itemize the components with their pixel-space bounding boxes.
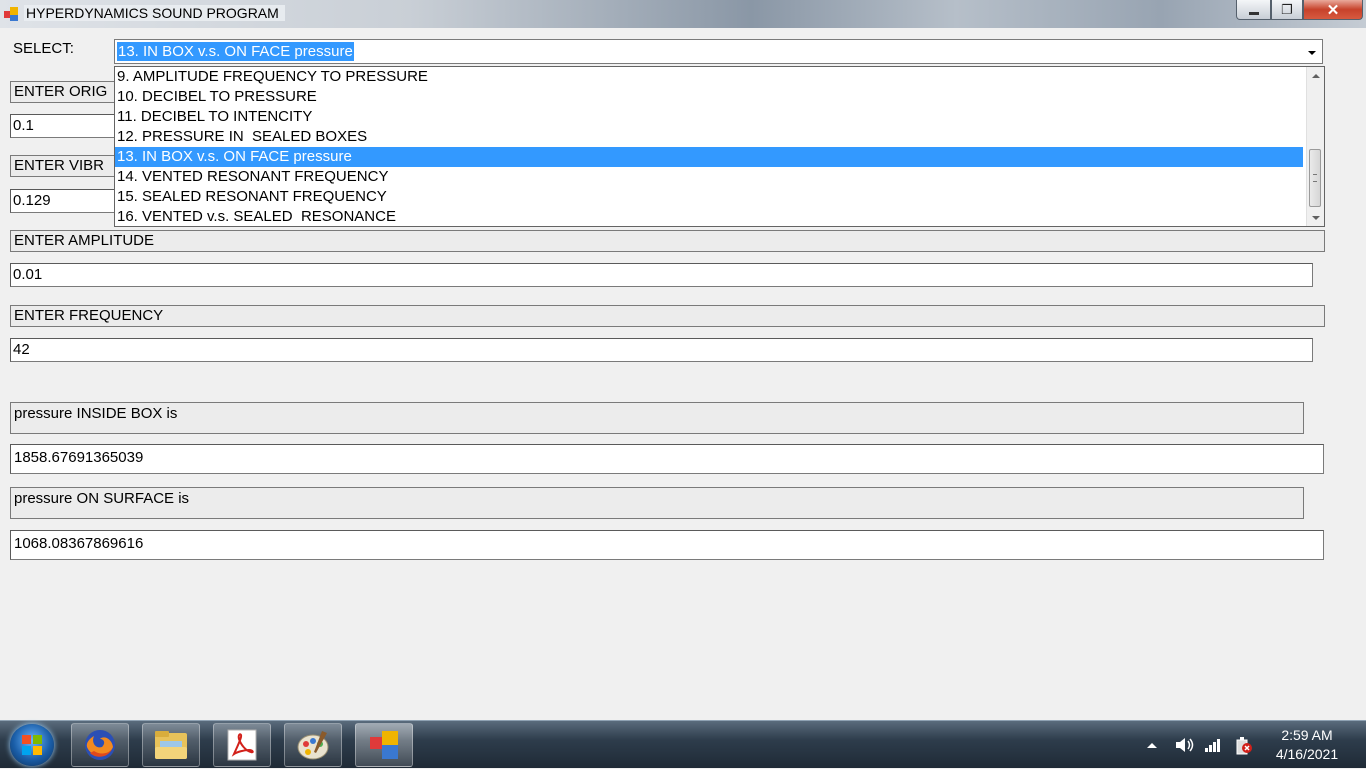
surface-pressure-value: 1068.08367869616	[14, 535, 144, 552]
dropdown-item[interactable]: 16. VENTED v.s. SEALED RESONANCE	[115, 207, 1303, 226]
dropdown-item[interactable]: 15. SEALED RESONANT FREQUENCY	[115, 187, 1303, 207]
windows-logo-icon	[22, 735, 42, 755]
close-button[interactable]: ✕	[1303, 0, 1363, 20]
dropdown-item[interactable]: 10. DECIBEL TO PRESSURE	[115, 87, 1303, 107]
dropdown-item[interactable]: 12. PRESSURE IN SEALED BOXES	[115, 127, 1303, 147]
system-tray	[1146, 721, 1254, 769]
dropdown-item[interactable]: 11. DECIBEL TO INTENCITY	[115, 107, 1303, 127]
frequency-input-value: 42	[13, 341, 30, 358]
file-explorer-icon	[155, 731, 187, 759]
window-title: HYPERDYNAMICS SOUND PROGRAM	[24, 5, 285, 21]
frequency-label-text: ENTER FREQUENCY	[14, 307, 164, 324]
taskbar-paint[interactable]	[284, 723, 342, 767]
volume-icon[interactable]	[1174, 735, 1196, 755]
acrobat-icon	[227, 729, 257, 761]
surface-pressure-label-text: pressure ON SURFACE is	[14, 490, 190, 507]
amplitude-label-text: ENTER AMPLITUDE	[14, 232, 155, 249]
amplitude-label: ENTER AMPLITUDE	[10, 230, 1325, 252]
chevron-down-icon[interactable]	[1303, 41, 1321, 62]
minimize-button[interactable]	[1236, 0, 1271, 20]
mode-select-value: 13. IN BOX v.s. ON FACE pressure	[117, 42, 354, 61]
taskbar-acrobat[interactable]	[213, 723, 271, 767]
firefox-icon	[85, 730, 115, 760]
frequency-label: ENTER FREQUENCY	[10, 305, 1325, 327]
maximize-icon: ❐	[1281, 1, 1293, 17]
taskbar-clock[interactable]: 2:59 AM 4/16/2021	[1262, 726, 1352, 764]
minimize-icon	[1248, 12, 1259, 15]
clock-date: 4/16/2021	[1275, 746, 1339, 762]
maximize-button[interactable]: ❐	[1271, 0, 1303, 20]
dropdown-item[interactable]: 9. AMPLITUDE FREQUENCY TO PRESSURE	[115, 67, 1303, 87]
dropdown-scrollbar[interactable]	[1306, 67, 1324, 226]
inside-pressure-label: pressure INSIDE BOX is	[10, 402, 1304, 434]
scroll-up-icon[interactable]	[1307, 67, 1324, 84]
frequency-input[interactable]: 42	[10, 338, 1313, 362]
select-label: SELECT:	[13, 40, 74, 57]
close-icon: ✕	[1326, 1, 1340, 19]
clock-time: 2:59 AM	[1281, 727, 1333, 743]
vibration-label-text: ENTER VIBR	[14, 157, 105, 174]
scroll-down-icon[interactable]	[1307, 209, 1324, 226]
origin-label-text: ENTER ORIG	[14, 83, 108, 100]
power-icon[interactable]	[1232, 734, 1254, 756]
taskbar-sound-program[interactable]	[355, 723, 413, 767]
app-icon[interactable]	[4, 7, 18, 21]
mode-select[interactable]: 13. IN BOX v.s. ON FACE pressure	[114, 39, 1323, 64]
start-button[interactable]	[10, 724, 54, 766]
amplitude-input-value: 0.01	[13, 266, 43, 283]
dropdown-item-selected[interactable]: 13. IN BOX v.s. ON FACE pressure	[115, 147, 1303, 167]
origin-input-value: 0.1	[13, 117, 34, 134]
sound-program-icon	[370, 731, 398, 759]
dropdown-item[interactable]: 14. VENTED RESONANT FREQUENCY	[115, 167, 1303, 187]
taskbar: 2:59 AM 4/16/2021	[0, 720, 1366, 768]
surface-pressure-output[interactable]: 1068.08367869616	[10, 530, 1324, 560]
show-hidden-icons-icon[interactable]	[1146, 740, 1158, 750]
paint-icon	[297, 731, 329, 760]
inside-pressure-output[interactable]: 1858.67691365039	[10, 444, 1324, 474]
mode-dropdown-list[interactable]: 9. AMPLITUDE FREQUENCY TO PRESSURE 10. D…	[114, 66, 1325, 227]
scroll-thumb[interactable]	[1309, 149, 1321, 207]
vibration-input-value: 0.129	[13, 192, 51, 209]
inside-pressure-value: 1858.67691365039	[14, 449, 144, 466]
surface-pressure-label: pressure ON SURFACE is	[10, 487, 1304, 519]
amplitude-input[interactable]: 0.01	[10, 263, 1313, 287]
taskbar-firefox[interactable]	[71, 723, 129, 767]
network-signal-icon[interactable]	[1204, 737, 1222, 753]
inside-pressure-label-text: pressure INSIDE BOX is	[14, 405, 178, 422]
taskbar-explorer[interactable]	[142, 723, 200, 767]
title-bar[interactable]: HYPERDYNAMICS SOUND PROGRAM ❐ ✕	[0, 0, 1366, 28]
